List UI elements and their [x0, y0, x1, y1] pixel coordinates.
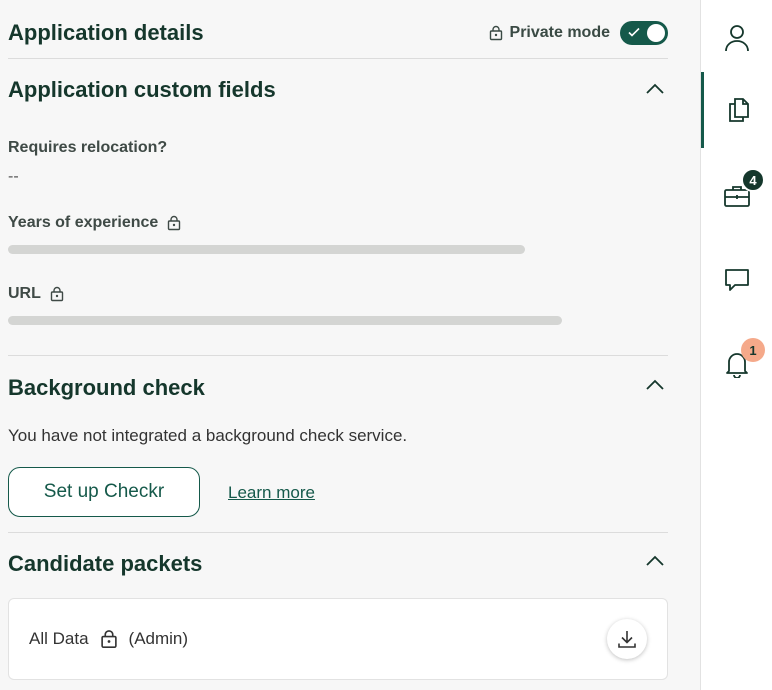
right-sidebar: 4 1: [700, 0, 772, 690]
candidate-packets-title: Candidate packets: [8, 551, 203, 576]
download-button[interactable]: [607, 619, 647, 659]
private-mode-control: Private mode: [488, 21, 668, 45]
packet-role: (Admin): [128, 629, 189, 648]
field-label-text: URL: [8, 285, 41, 302]
packet-item: All Data (Admin): [29, 629, 188, 649]
lock-icon: [99, 629, 119, 649]
chevron-up-icon[interactable]: [644, 374, 666, 396]
sidebar-item-profile[interactable]: [701, 0, 772, 76]
chat-icon: [725, 269, 749, 291]
jobs-count-badge: 4: [741, 168, 765, 192]
background-check-message: You have not integrated a background che…: [8, 426, 408, 445]
sidebar-item-jobs[interactable]: 4: [701, 158, 772, 234]
candidate-packet-card: All Data (Admin): [8, 598, 668, 680]
lock-icon: [49, 286, 65, 302]
field-label-text: Years of experience: [8, 214, 159, 231]
packet-name: All Data: [29, 629, 89, 648]
divider: [8, 532, 668, 533]
field-label-years-of-experience: Years of experience: [8, 214, 182, 232]
page-title: Application details: [8, 20, 204, 45]
lock-icon: [166, 215, 182, 231]
field-label-requires-relocation: Requires relocation?: [8, 139, 167, 157]
sidebar-item-messages[interactable]: [701, 242, 772, 318]
divider: [8, 58, 668, 59]
custom-fields-title: Application custom fields: [8, 77, 276, 102]
application-details-header: Application details Private mode: [8, 18, 668, 48]
private-mode-label: Private mode: [509, 24, 610, 41]
sidebar-item-notifications[interactable]: 1: [701, 326, 772, 402]
private-mode-toggle[interactable]: [620, 21, 668, 45]
chevron-up-icon[interactable]: [644, 550, 666, 572]
sidebar-item-details[interactable]: [701, 72, 772, 148]
divider: [8, 355, 668, 356]
chevron-up-icon[interactable]: [644, 78, 666, 100]
redacted-value-bar: [8, 245, 525, 254]
check-icon: [628, 27, 640, 37]
field-value-requires-relocation: --: [8, 168, 19, 185]
application-details-panel: Application details Private mode Applica…: [0, 0, 700, 690]
lock-icon: [488, 25, 504, 41]
documents-icon: [728, 98, 749, 122]
redacted-value-bar: [8, 316, 562, 325]
set-up-checkr-button[interactable]: Set up Checkr: [8, 467, 200, 517]
download-icon: [618, 631, 636, 648]
field-label-text: Requires relocation?: [8, 139, 168, 156]
learn-more-link[interactable]: Learn more: [228, 483, 315, 503]
toggle-knob: [647, 24, 665, 42]
notifications-count-badge: 1: [741, 338, 765, 362]
person-icon: [725, 25, 749, 52]
field-label-url: URL: [8, 285, 65, 303]
background-check-title: Background check: [8, 375, 205, 400]
